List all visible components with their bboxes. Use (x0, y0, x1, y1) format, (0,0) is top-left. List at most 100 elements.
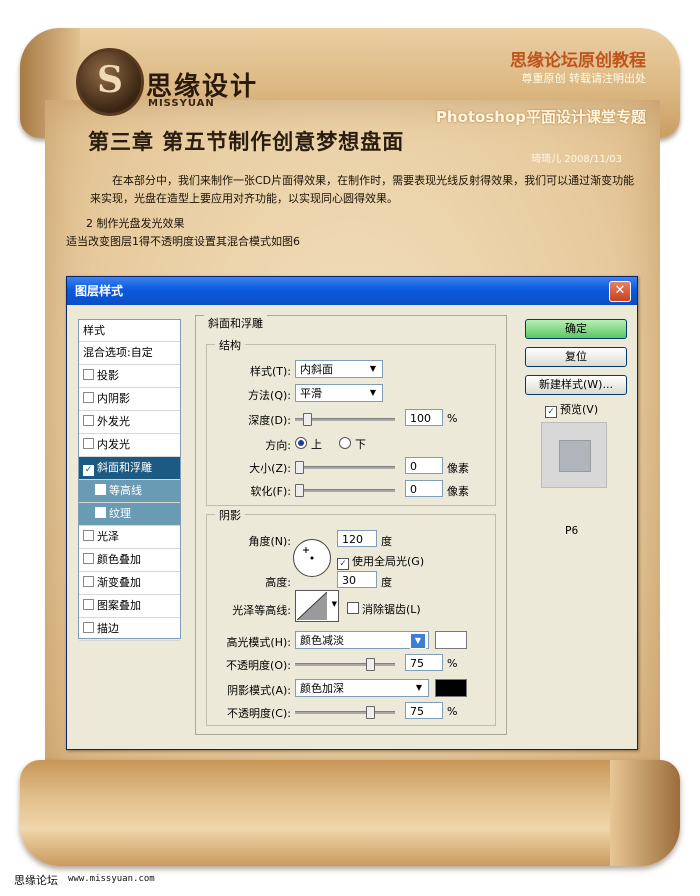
figure-label: P6 (565, 524, 579, 537)
soften-label: 软化(F): (250, 485, 291, 498)
soften-slider[interactable] (295, 484, 395, 497)
technique-select[interactable]: 平滑 ▼ (295, 384, 383, 402)
checkbox-icon[interactable] (95, 484, 106, 495)
style-item-label: 光泽 (97, 530, 119, 543)
global-light-checkbox[interactable]: ✓ 使用全局光(G) (337, 553, 424, 570)
style-item-label: 等高线 (109, 484, 142, 497)
topic-title: Photoshop平面设计课堂专题 (435, 108, 646, 126)
shadow-opacity-input[interactable]: 75 (405, 702, 443, 719)
style-item-pattern-overlay[interactable]: 图案叠加 (79, 595, 180, 618)
preview-checkbox[interactable]: ✓ 预览(V) (545, 401, 598, 418)
style-item-stroke[interactable]: 描边 (79, 618, 180, 641)
logo-icon: S (76, 48, 144, 116)
checkbox-icon[interactable] (83, 369, 94, 380)
size-slider[interactable] (295, 461, 395, 474)
checkbox-icon[interactable] (83, 392, 94, 403)
style-item-outer-glow[interactable]: 外发光 (79, 411, 180, 434)
checkbox-icon[interactable] (347, 602, 359, 614)
highlight-color-swatch[interactable] (435, 631, 467, 649)
shadow-opacity-thumb[interactable] (366, 706, 375, 719)
altitude-label: 高度: (265, 576, 291, 589)
shadow-opacity-slider[interactable] (295, 706, 395, 719)
size-label: 大小(Z): (249, 462, 291, 475)
style-select[interactable]: 内斜面 ▼ (295, 360, 383, 378)
highlight-opacity-slider[interactable] (295, 658, 395, 671)
anti-alias-checkbox[interactable]: 消除锯齿(L) (347, 601, 421, 617)
close-button[interactable]: ✕ (609, 281, 631, 302)
shadow-mode-select[interactable]: 颜色加深 ▼ (295, 679, 429, 697)
direction-down-radio[interactable]: 下 (339, 436, 366, 452)
style-item-inner-glow[interactable]: 内发光 (79, 434, 180, 457)
radio-icon[interactable] (295, 437, 307, 449)
checkbox-icon[interactable] (83, 530, 94, 541)
crosshair-icon (303, 547, 314, 560)
checkbox-checked-icon[interactable]: ✓ (545, 406, 557, 418)
style-list-header[interactable]: 样式 (79, 320, 180, 342)
contour-curve-icon (297, 592, 327, 620)
style-item-satin[interactable]: 光泽 (79, 526, 180, 549)
scroll-bottom-roll (20, 760, 680, 866)
technique-label: 方法(Q): (248, 389, 291, 402)
checkbox-icon[interactable] (95, 507, 106, 518)
depth-slider[interactable] (295, 413, 395, 426)
reset-button[interactable]: 复位 (525, 347, 627, 367)
style-item-bevel-emboss[interactable]: ✓ 斜面和浮雕 (79, 457, 180, 480)
shadow-color-swatch[interactable] (435, 679, 467, 697)
highlight-opacity-thumb[interactable] (366, 658, 375, 671)
style-item-label: 纹理 (109, 507, 131, 520)
style-item-texture[interactable]: 纹理 (79, 503, 180, 526)
size-input[interactable]: 0 (405, 457, 443, 474)
gloss-contour-picker[interactable]: ▼ (295, 590, 339, 622)
ok-button[interactable]: 确定 (525, 319, 627, 339)
highlight-mode-select[interactable]: 颜色减淡 ▼ (295, 631, 429, 649)
preview-swatch (559, 440, 591, 472)
style-item-color-overlay[interactable]: 颜色叠加 (79, 549, 180, 572)
angle-dial-icon[interactable] (293, 539, 331, 577)
size-slider-thumb[interactable] (295, 461, 304, 474)
soften-unit: 像素 (447, 485, 469, 498)
chevron-down-icon: ▼ (415, 683, 423, 692)
checkbox-checked-icon[interactable]: ✓ (337, 558, 349, 570)
style-item-contour[interactable]: 等高线 (79, 480, 180, 503)
footer-site-name: 思缘论坛 (14, 874, 58, 887)
depth-slider-thumb[interactable] (303, 413, 312, 426)
shadow-opacity-unit: % (447, 705, 458, 718)
blend-options-item[interactable]: 混合选项:自定 (79, 342, 180, 365)
layer-style-dialog: 图层样式 ✕ 样式 混合选项:自定 投影 内阴影 外发光 内发光 ✓ 斜面和浮雕 … (66, 276, 638, 750)
checkbox-icon[interactable]: ✓ (83, 465, 94, 476)
direction-up-radio[interactable]: 上 (295, 436, 322, 452)
checkbox-icon[interactable] (83, 622, 94, 633)
depth-input[interactable]: 100 (405, 409, 443, 426)
checkbox-icon[interactable] (83, 599, 94, 610)
chevron-down-icon: ▼ (331, 600, 337, 608)
angle-input[interactable]: 120 (337, 530, 377, 547)
style-list: 样式 混合选项:自定 投影 内阴影 外发光 内发光 ✓ 斜面和浮雕 等高线 纹理 … (78, 319, 181, 641)
style-label: 样式(T): (249, 365, 291, 378)
chevron-down-icon: ▼ (369, 388, 377, 397)
style-item-inner-shadow[interactable]: 内阴影 (79, 388, 180, 411)
intro-paragraph: 在本部分中，我们来制作一张CD片面得效果，在制作时，需要表现光线反射得效果，我们… (90, 174, 635, 205)
style-item-drop-shadow[interactable]: 投影 (79, 365, 180, 388)
altitude-input[interactable]: 30 (337, 571, 377, 588)
checkbox-icon[interactable] (83, 576, 94, 587)
highlight-opacity-input[interactable]: 75 (405, 654, 443, 671)
soften-input[interactable]: 0 (405, 480, 443, 497)
footer-url[interactable]: www.missyuan.com (68, 874, 155, 884)
checkbox-icon[interactable] (83, 415, 94, 426)
panel-title: 斜面和浮雕 (204, 315, 267, 331)
site-title: 思缘论坛原创教程 (510, 51, 646, 71)
radio-icon[interactable] (339, 437, 351, 449)
style-item-gradient-overlay[interactable]: 渐变叠加 (79, 572, 180, 595)
shadow-mode-value: 颜色加深 (300, 682, 344, 695)
depth-label: 深度(D): (248, 414, 291, 427)
style-select-value: 内斜面 (300, 363, 333, 376)
new-style-button[interactable]: 新建样式(W)... (525, 375, 627, 395)
chapter-heading: 第三章 第五节制作创意梦想盘面 (88, 129, 405, 154)
dialog-titlebar[interactable]: 图层样式 ✕ (67, 277, 637, 305)
checkbox-icon[interactable] (83, 553, 94, 564)
depth-unit: % (447, 412, 458, 425)
size-unit: 像素 (447, 462, 469, 475)
checkbox-icon[interactable] (83, 438, 94, 449)
highlight-mode-value: 颜色减淡 (300, 634, 344, 647)
soften-slider-thumb[interactable] (295, 484, 304, 497)
